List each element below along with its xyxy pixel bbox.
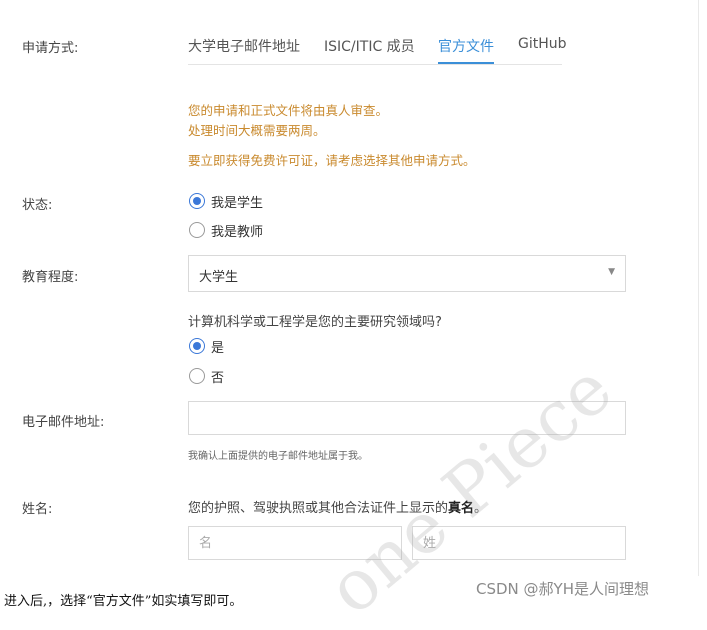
status-label: 状态: [22,198,53,213]
cs-option-no-label: 否 [211,370,225,386]
education-selected-value: 大学生 [199,270,239,285]
cs-option-no[interactable]: 否 [189,366,224,386]
cs-option-yes[interactable]: 是 [189,336,224,356]
notice-alternative: 要立即获得免费许可证，请考虑选择其他申请方式。 [188,153,476,168]
cs-option-yes-label: 是 [211,340,225,356]
email-label: 电子邮件地址: [22,415,105,430]
chevron-down-icon: ▼ [608,267,615,277]
radio-checked-icon[interactable] [189,338,205,354]
apply-method-tabs: 大学电子邮件地址 ISIC/ITIC 成员 官方文件 GitHub [188,36,567,65]
status-option-student[interactable]: 我是学生 [189,191,263,211]
status-option-teacher-label: 我是教师 [211,224,264,240]
article-caption: 进入后,，选择“官方文件”如实填写即可。 [4,594,243,609]
name-label: 姓名: [22,502,53,517]
name-desc-prefix: 您的护照、驾驶执照或其他合法证件上显示的 [188,501,449,516]
apply-method-label: 申请方式: [22,41,79,56]
tab-official-document[interactable]: 官方文件 [438,36,494,64]
tab-university-email[interactable]: 大学电子邮件地址 [188,36,300,56]
education-select[interactable]: 大学生 ▼ [188,255,626,292]
name-description: 您的护照、驾驶执照或其他合法证件上显示的真名。 [188,497,487,516]
name-desc-suffix: 。 [474,501,488,516]
notice-review: 您的申请和正式文件将由真人审查。 [188,103,389,118]
education-label: 教育程度: [22,270,79,285]
status-option-teacher[interactable]: 我是教师 [189,220,263,240]
name-desc-bold: 真名 [448,501,475,516]
last-name-input[interactable] [412,526,626,560]
tab-isic-itic[interactable]: ISIC/ITIC 成员 [324,36,415,56]
radio-unchecked-icon[interactable] [189,368,205,384]
radio-checked-icon[interactable] [189,193,205,209]
application-form: 申请方式: 大学电子邮件地址 ISIC/ITIC 成员 官方文件 GitHub … [0,0,699,576]
notice-time: 处理时间大概需要两周。 [188,123,326,138]
cs-question: 计算机科学或工程学是您的主要研究领域吗? [188,315,442,330]
radio-unchecked-icon[interactable] [189,222,205,238]
email-confirm-hint: 我确认上面提供的电子邮件地址属于我。 [188,451,368,462]
status-option-student-label: 我是学生 [211,195,264,211]
csdn-credit: CSDN @郝YH是人间理想 [476,580,649,598]
tab-github[interactable]: GitHub [518,36,567,52]
email-input[interactable] [188,401,626,435]
first-name-input[interactable] [188,526,402,560]
